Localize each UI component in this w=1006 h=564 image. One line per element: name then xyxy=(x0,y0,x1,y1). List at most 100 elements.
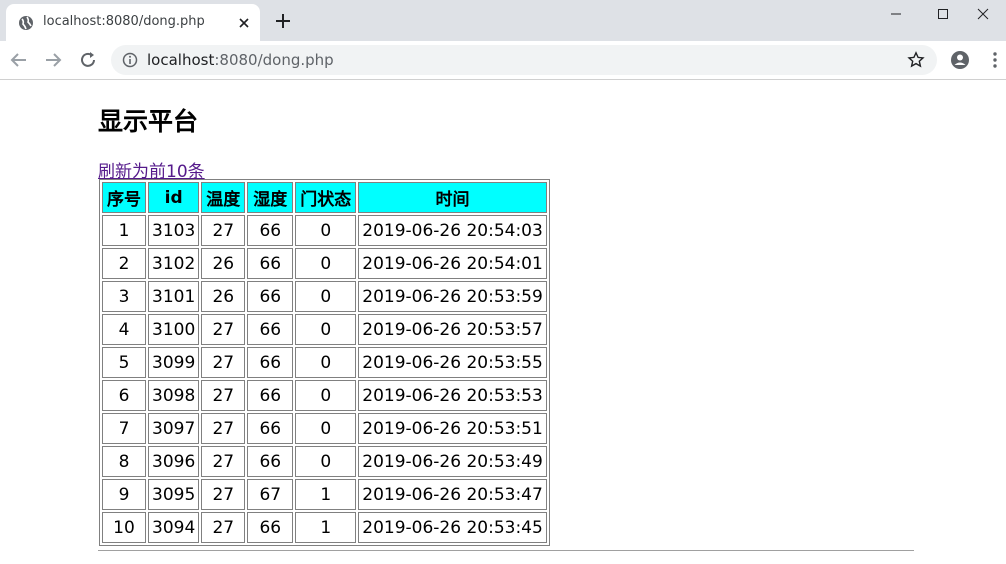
table-cell: 0 xyxy=(295,215,357,246)
reload-icon[interactable] xyxy=(78,50,98,70)
table-cell: 2019-06-26 20:53:51 xyxy=(358,413,547,444)
table-cell: 3102 xyxy=(148,248,200,279)
table-row: 6 3098 27 66 0 2019-06-26 20:53:53 xyxy=(102,380,547,411)
table-cell: 27 xyxy=(201,512,246,543)
table-cell: 27 xyxy=(201,215,246,246)
table-row: 8 3096 27 66 0 2019-06-26 20:53:49 xyxy=(102,446,547,477)
table-cell: 27 xyxy=(201,347,246,378)
minimize-button[interactable] xyxy=(873,0,919,28)
table-cell: 9 xyxy=(102,479,146,510)
table-cell: 3 xyxy=(102,281,146,312)
table-row: 3 3101 26 66 0 2019-06-26 20:53:59 xyxy=(102,281,547,312)
column-header: 温度 xyxy=(201,182,246,213)
column-header: 门状态 xyxy=(295,182,357,213)
url-text[interactable]: localhost:8080/dong.php xyxy=(147,51,334,69)
table-cell: 26 xyxy=(201,281,246,312)
column-header: id xyxy=(148,182,200,213)
table-cell: 66 xyxy=(247,215,294,246)
table-row: 2 3102 26 66 0 2019-06-26 20:54:01 xyxy=(102,248,547,279)
table-cell: 1 xyxy=(295,512,357,543)
table-row: 5 3099 27 66 0 2019-06-26 20:53:55 xyxy=(102,347,547,378)
table-cell: 2019-06-26 20:53:53 xyxy=(358,380,547,411)
table-cell: 67 xyxy=(247,479,294,510)
url-host: localhost xyxy=(147,51,215,69)
table-cell: 8 xyxy=(102,446,146,477)
forward-arrow-icon[interactable] xyxy=(43,50,63,70)
table-cell: 1 xyxy=(295,479,357,510)
table-cell: 0 xyxy=(295,347,357,378)
table-cell: 66 xyxy=(247,413,294,444)
table-cell: 66 xyxy=(247,446,294,477)
table-cell: 27 xyxy=(201,446,246,477)
table-cell: 3095 xyxy=(148,479,200,510)
tab-strip: localhost:8080/dong.php xyxy=(0,0,1006,41)
table-row: 7 3097 27 66 0 2019-06-26 20:53:51 xyxy=(102,413,547,444)
table-cell: 6 xyxy=(102,380,146,411)
table-cell: 66 xyxy=(247,512,294,543)
star-icon[interactable] xyxy=(907,51,925,69)
table-cell: 3094 xyxy=(148,512,200,543)
horizontal-rule xyxy=(98,550,914,551)
table-cell: 66 xyxy=(247,314,294,345)
window-close-icon xyxy=(977,8,989,20)
table-cell: 3096 xyxy=(148,446,200,477)
column-header: 时间 xyxy=(358,182,547,213)
table-cell: 2019-06-26 20:53:47 xyxy=(358,479,547,510)
close-icon[interactable] xyxy=(237,16,251,30)
table-cell: 3097 xyxy=(148,413,200,444)
table-row: 10 3094 27 66 1 2019-06-26 20:53:45 xyxy=(102,512,547,543)
table-cell: 3099 xyxy=(148,347,200,378)
kebab-menu-icon[interactable] xyxy=(985,50,1005,70)
table-cell: 0 xyxy=(295,281,357,312)
table-cell: 0 xyxy=(295,380,357,411)
plus-icon[interactable] xyxy=(274,12,292,30)
table-row: 1 3103 27 66 0 2019-06-26 20:54:03 xyxy=(102,215,547,246)
table-cell: 2019-06-26 20:53:59 xyxy=(358,281,547,312)
page-title: 显示平台 xyxy=(98,107,199,136)
info-icon[interactable] xyxy=(122,52,138,68)
browser-tab[interactable]: localhost:8080/dong.php xyxy=(6,4,260,41)
table-cell: 2019-06-26 20:53:57 xyxy=(358,314,547,345)
table-cell: 3101 xyxy=(148,281,200,312)
account-icon[interactable] xyxy=(950,50,970,70)
table-cell: 7 xyxy=(102,413,146,444)
table-cell: 27 xyxy=(201,413,246,444)
table-cell: 27 xyxy=(201,380,246,411)
url-path: :8080/dong.php xyxy=(214,51,334,69)
table-cell: 2019-06-26 20:53:55 xyxy=(358,347,547,378)
column-header: 序号 xyxy=(102,182,146,213)
data-table: 序号 id 温度 湿度 门状态 时间 1 3103 27 66 0 2019-0… xyxy=(99,179,550,546)
table-cell: 5 xyxy=(102,347,146,378)
table-cell: 27 xyxy=(201,479,246,510)
table-cell: 2019-06-26 20:54:01 xyxy=(358,248,547,279)
table-cell: 0 xyxy=(295,413,357,444)
table-cell: 3100 xyxy=(148,314,200,345)
tab-title: localhost:8080/dong.php xyxy=(43,14,205,29)
table-cell: 27 xyxy=(201,314,246,345)
browser-toolbar: localhost:8080/dong.php xyxy=(0,41,1006,80)
table-cell: 66 xyxy=(247,347,294,378)
table-cell: 66 xyxy=(247,380,294,411)
window-close-button[interactable] xyxy=(960,0,1006,28)
column-header: 湿度 xyxy=(247,182,294,213)
maximize-icon xyxy=(938,9,948,19)
address-bar[interactable]: localhost:8080/dong.php xyxy=(111,45,937,75)
table-cell: 0 xyxy=(295,446,357,477)
table-header-row: 序号 id 温度 湿度 门状态 时间 xyxy=(102,182,547,213)
table-cell: 26 xyxy=(201,248,246,279)
table-cell: 4 xyxy=(102,314,146,345)
table-row: 9 3095 27 67 1 2019-06-26 20:53:47 xyxy=(102,479,547,510)
table-cell: 66 xyxy=(247,281,294,312)
table-cell: 0 xyxy=(295,248,357,279)
table-cell: 66 xyxy=(247,248,294,279)
table-cell: 2019-06-26 20:53:45 xyxy=(358,512,547,543)
back-arrow-icon[interactable] xyxy=(9,50,29,70)
minimize-icon xyxy=(891,13,901,15)
table-cell: 10 xyxy=(102,512,146,543)
table-cell: 2019-06-26 20:53:49 xyxy=(358,446,547,477)
globe-icon xyxy=(19,16,33,30)
table-cell: 3103 xyxy=(148,215,200,246)
table-cell: 3098 xyxy=(148,380,200,411)
table-cell: 1 xyxy=(102,215,146,246)
table-cell: 2019-06-26 20:54:03 xyxy=(358,215,547,246)
